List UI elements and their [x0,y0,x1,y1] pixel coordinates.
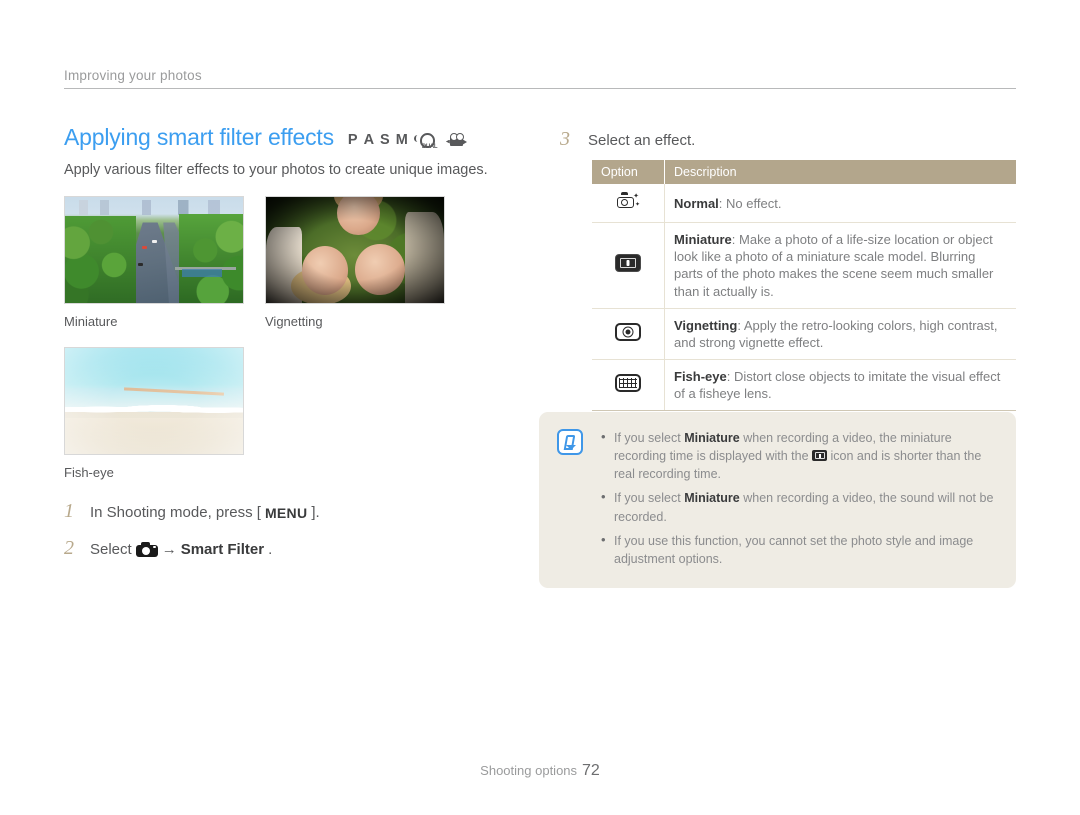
miniature-icon [615,254,641,273]
sample-miniature: Miniature [64,196,244,329]
menu-key-label: MENU [264,504,308,521]
step-2-prefix: Select [90,541,132,558]
sample-caption: Miniature [64,314,118,329]
right-column: 3 Select an effect. Option Description ✦… [560,128,1016,412]
movie-icon [445,132,468,148]
sample-row-1: Miniature Vignetting [64,196,534,329]
step-3: 3 Select an effect. [560,128,1016,151]
step-1-suffix: ]. [311,504,320,521]
note-item: If you select Miniature when recording a… [599,428,994,483]
normal-camera-icon: ✦ ✦ [617,192,640,210]
note-strong: Miniature [684,431,740,445]
note-part-1: If you select [614,431,681,445]
table-row[interactable]: ✦ ✦ Normal: No effect. [592,184,1016,224]
option-separator: : [731,232,736,248]
miniature-sample-image [64,196,244,304]
option-icon-cell [592,359,665,412]
note-part-1: If you select [614,491,681,506]
section-title-row: Applying smart filter effects P A S M DU… [64,124,534,151]
sample-vignetting: Vignetting [265,196,445,329]
note-list: If you select Miniature when recording a… [599,428,994,568]
table-row[interactable]: Fish-eye: Distort close objects to imita… [592,359,1016,412]
note-item: If you use this function, you cannot set… [599,531,994,568]
fisheye-icon [615,374,641,393]
miniature-icon [812,450,828,462]
running-head-text: Improving your photos [64,68,202,83]
step-text: Select → Smart Filter. [90,541,272,558]
effect-options-table: Option Description ✦ ✦ Normal: No effect. [592,160,1016,412]
column-header-option: Option [592,160,665,184]
option-icon-cell [592,308,665,361]
option-icon-cell: ✦ ✦ [592,184,665,224]
option-description-cell: Vignetting: Apply the retro-looking colo… [664,308,1016,361]
section-subtitle: Apply various filter effects to your pho… [64,162,488,178]
column-header-description: Description [664,160,1016,184]
sample-caption: Fish-eye [64,465,114,480]
footer-label: Shooting options [480,763,578,778]
option-icon-cell [592,222,665,309]
procedure-steps: 1 In Shooting mode, press [MENU]. 2 Sele… [64,500,534,574]
option-separator: : [718,195,723,211]
option-name: Miniature [674,232,732,248]
supported-modes: P A S M DUAL [347,132,468,150]
sample-caption: Vignetting [265,314,323,329]
smart-filter-label: Smart Filter [180,541,265,558]
mode-a-icon: A [363,132,375,148]
step-3-text: Select an effect. [588,132,696,149]
option-description: No effect. [726,195,782,211]
note-strong: Miniature [684,491,740,506]
page-title: Applying smart filter effects [64,124,334,150]
dual-is-label: DUAL [421,143,438,150]
option-description-cell: Miniature: Make a photo of a life-size l… [664,222,1016,309]
mode-s-icon: S [380,132,390,148]
option-name: Vignetting [674,317,738,333]
sample-row-2: Fish-eye [64,347,534,480]
step-1: 1 In Shooting mode, press [MENU]. [64,500,534,523]
option-separator: : [726,369,731,385]
step-text: In Shooting mode, press [MENU]. [90,504,320,521]
option-separator: : [737,317,741,333]
vignetting-icon [615,322,641,341]
mode-m-icon: M [395,132,408,148]
running-head: Improving your photos [64,68,1016,89]
arrow-icon: → [161,541,177,558]
dual-is-icon: DUAL [413,132,440,150]
table-row[interactable]: Miniature: Make a photo of a life-size l… [592,222,1016,309]
sample-fisheye: Fish-eye [64,347,244,480]
page-number: 72 [582,762,600,779]
note-part-1: If you use this function, you cannot set… [614,533,974,566]
vignetting-sample-image [265,196,445,304]
option-description-cell: Fish-eye: Distort close objects to imita… [664,359,1016,412]
sample-photos: Miniature Vignetting Fish-eye [64,196,534,480]
step-2: 2 Select → Smart Filter. [64,537,534,560]
note-pen-icon [557,429,583,455]
step-number: 1 [64,500,74,522]
table-row[interactable]: Vignetting: Apply the retro-looking colo… [592,308,1016,361]
note-box: If you select Miniature when recording a… [539,412,1016,588]
fisheye-sample-image [64,347,244,455]
step-number: 3 [560,128,570,150]
step-number: 2 [64,537,74,559]
option-name: Fish-eye [674,369,727,385]
page-footer: Shooting options 72 [0,762,1080,780]
left-column: Applying smart filter effects P A S M DU… [64,124,534,480]
option-description-cell: Normal: No effect. [664,184,1016,224]
table-header-row: Option Description [592,160,1016,184]
camera-icon [135,542,158,557]
note-item: If you select Miniature when recording a… [599,488,994,525]
mode-p-icon: P [347,132,358,148]
step-1-prefix: In Shooting mode, press [ [90,504,261,521]
step-2-suffix: . [268,541,273,558]
option-name: Normal [674,195,719,211]
